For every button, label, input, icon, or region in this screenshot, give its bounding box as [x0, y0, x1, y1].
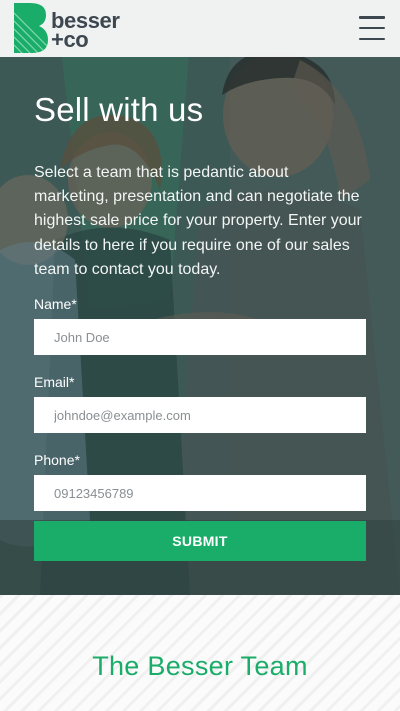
hamburger-bar: [359, 26, 385, 30]
email-label: Email*: [34, 374, 75, 391]
site-header: besser +co: [0, 0, 400, 57]
hamburger-bar: [359, 16, 385, 19]
hamburger-menu-icon[interactable]: [359, 16, 385, 40]
team-section: The Besser Team: [0, 595, 400, 711]
name-input[interactable]: [34, 319, 366, 356]
logo-wordmark: besser +co: [51, 10, 120, 51]
hero-section: Sell with us Select a team that is pedan…: [0, 0, 400, 595]
sell-with-us-form-panel: Sell with us Select a team that is pedan…: [34, 90, 366, 562]
team-section-title: The Besser Team: [92, 651, 308, 681]
submit-button[interactable]: SUBMIT: [34, 521, 366, 562]
phone-label: Phone*: [34, 452, 80, 469]
email-input[interactable]: [34, 397, 366, 434]
hamburger-bar: [359, 37, 385, 40]
name-label: Name*: [34, 296, 77, 313]
hero-description: Select a team that is pedantic about mar…: [34, 164, 362, 278]
logo-b-mark-icon: [14, 3, 48, 53]
contact-form: Name* Email* Phone* SUBMIT: [34, 295, 366, 562]
phone-input[interactable]: [34, 475, 366, 512]
besser-co-logo[interactable]: besser +co: [14, 3, 142, 53]
page-title: Sell with us: [34, 91, 204, 128]
